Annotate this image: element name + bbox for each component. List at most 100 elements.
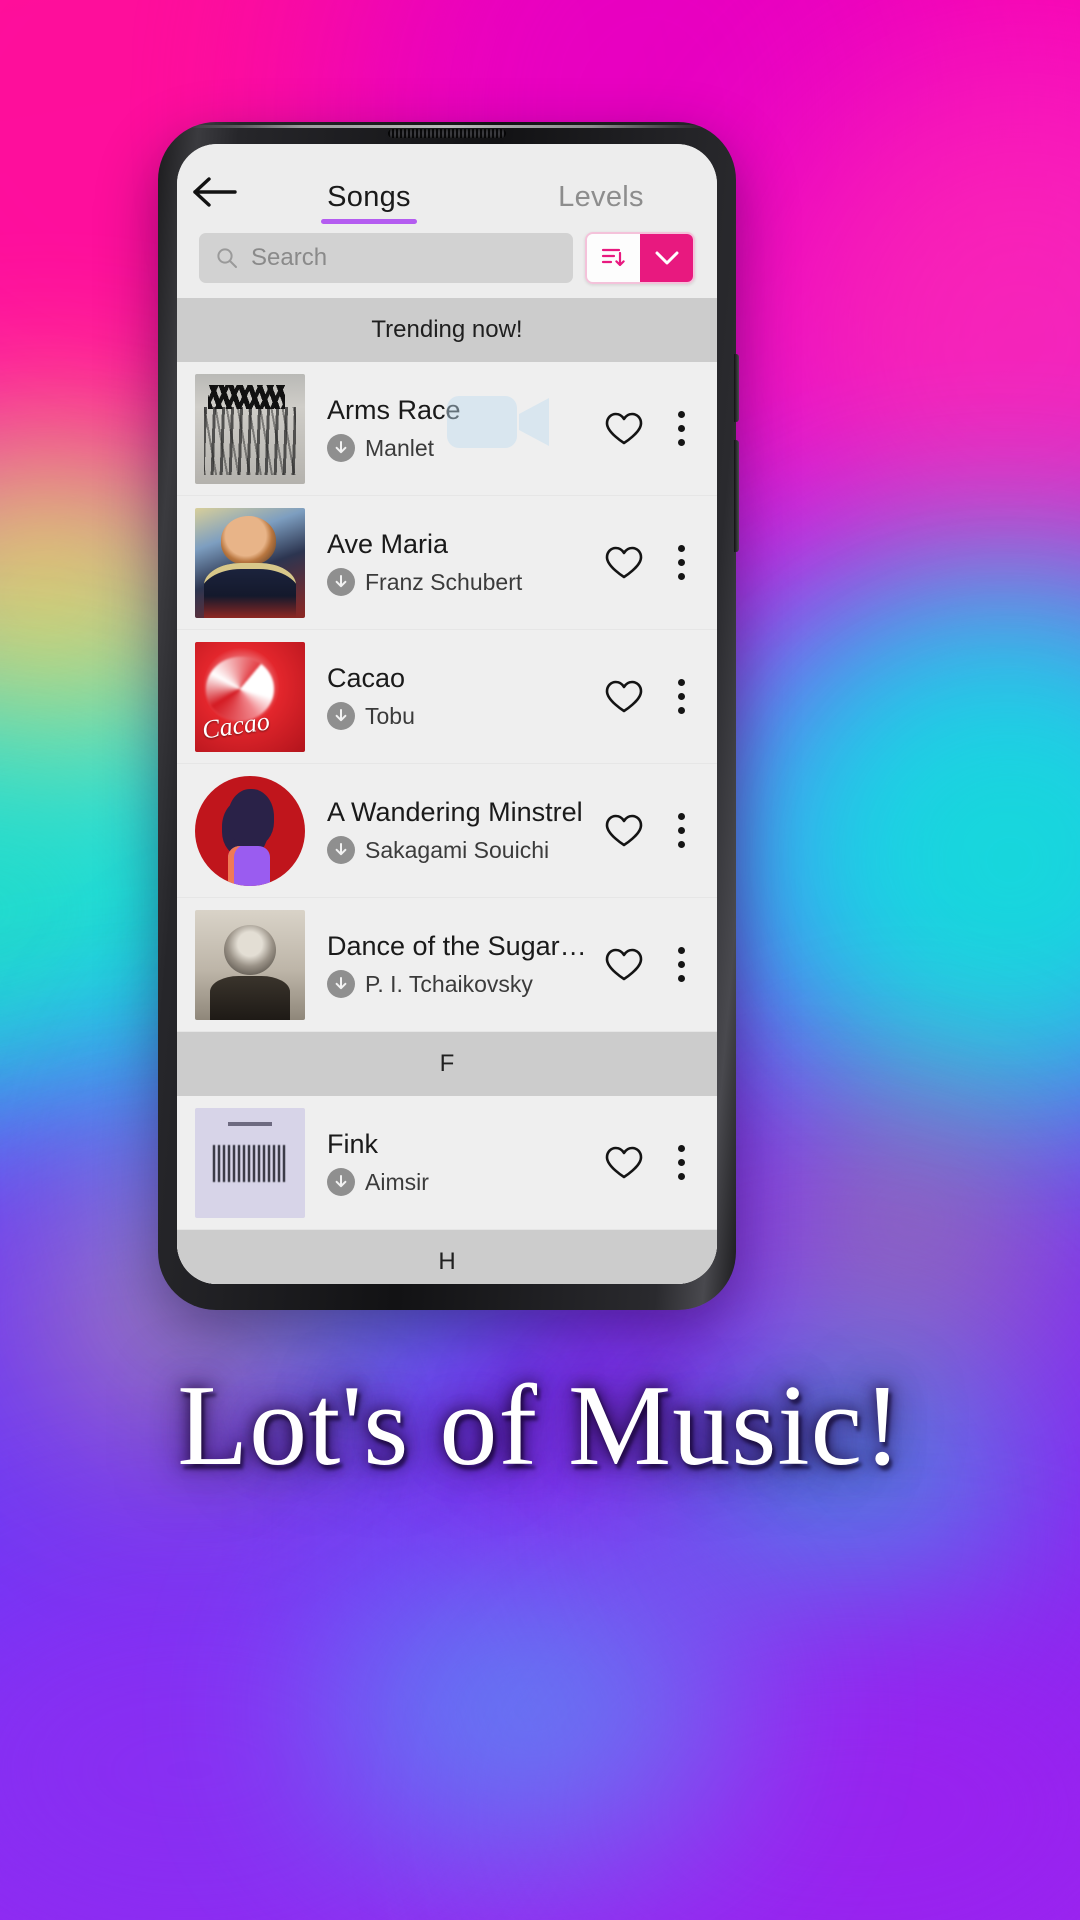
song-row[interactable]: Cacao Tobu [177, 630, 717, 764]
more-vertical-icon [677, 411, 685, 418]
song-meta: Arms Race Manlet [305, 395, 593, 462]
tab-levels-label: Levels [558, 181, 644, 213]
overflow-menu-button[interactable] [659, 398, 703, 460]
artist-line: Tobu [327, 702, 593, 730]
song-title: Ave Maria [327, 529, 449, 559]
back-button[interactable] [177, 160, 253, 224]
search-input[interactable]: Search [199, 233, 573, 283]
row-actions [593, 532, 717, 594]
search-icon [217, 248, 237, 268]
row-actions [593, 800, 717, 862]
tab-bar: Songs Levels [253, 160, 717, 224]
artist-line: Franz Schubert [327, 568, 593, 596]
album-art [195, 641, 305, 752]
background-blob [760, 1080, 1060, 1360]
more-vertical-icon [677, 1159, 685, 1166]
favorite-button[interactable] [593, 532, 655, 594]
overflow-menu-button[interactable] [659, 934, 703, 996]
song-title: Fink [327, 1129, 379, 1159]
song-title: Cacao [327, 663, 406, 693]
overflow-menu-button[interactable] [659, 532, 703, 594]
song-artist: Sakagami Souichi [365, 836, 550, 863]
favorite-button[interactable] [593, 666, 655, 728]
artist-line: Manlet [327, 434, 593, 462]
row-actions [593, 934, 717, 996]
row-actions [593, 398, 717, 460]
more-vertical-icon [677, 827, 685, 834]
download-circle-icon[interactable] [327, 970, 355, 998]
song-artist: Franz Schubert [365, 568, 523, 595]
overflow-menu-button[interactable] [659, 1132, 703, 1194]
more-vertical-icon [677, 975, 685, 982]
album-art [195, 775, 305, 886]
song-row[interactable]: Ave Maria Franz Schubert [177, 496, 717, 630]
favorite-button[interactable] [593, 934, 655, 996]
download-circle-icon[interactable] [327, 434, 355, 462]
album-art [195, 507, 305, 618]
song-row[interactable]: Fink Aimsir [177, 1096, 717, 1230]
more-vertical-icon [677, 439, 685, 446]
more-vertical-icon [677, 813, 685, 820]
speaker-grille-icon [388, 129, 506, 138]
artist-line: Aimsir [327, 1168, 593, 1196]
song-row[interactable]: A Wandering Minstrel Sakagami Souichi [177, 764, 717, 898]
download-arrow-icon [335, 1175, 347, 1188]
search-placeholder: Search [251, 244, 328, 271]
download-arrow-icon [335, 575, 347, 588]
album-art [195, 373, 305, 484]
favorite-button[interactable] [593, 1132, 655, 1194]
sort-button[interactable] [587, 234, 640, 282]
dropdown-button[interactable] [640, 234, 693, 282]
overflow-menu-button[interactable] [659, 666, 703, 728]
song-meta: A Wandering Minstrel Sakagami Souichi [305, 797, 593, 864]
more-vertical-icon [677, 1145, 685, 1152]
song-row[interactable]: Arms Race Manlet [177, 362, 717, 496]
sort-controls [585, 232, 695, 284]
song-list[interactable]: Trending now! Arms Race Manlet Ave Maria Fra… [177, 298, 717, 1284]
more-vertical-icon [677, 947, 685, 954]
tab-active-indicator [321, 219, 417, 224]
download-circle-icon[interactable] [327, 702, 355, 730]
volume-button[interactable] [734, 354, 739, 422]
chevron-down-icon [655, 251, 678, 265]
tab-levels[interactable]: Levels [485, 181, 717, 224]
download-circle-icon[interactable] [327, 568, 355, 596]
download-arrow-icon [335, 977, 347, 990]
album-art [195, 1107, 305, 1218]
more-vertical-icon [677, 1173, 685, 1180]
heart-outline-icon [605, 1146, 643, 1178]
more-vertical-icon [677, 679, 685, 686]
song-artist: P. I. Tchaikovsky [365, 970, 533, 997]
download-circle-icon[interactable] [327, 836, 355, 864]
album-art [195, 909, 305, 1020]
favorite-button[interactable] [593, 800, 655, 862]
sort-descending-icon [601, 248, 625, 267]
overflow-menu-button[interactable] [659, 800, 703, 862]
phone-mockup: Songs Levels Search Trending now! Arms R… [158, 122, 739, 1310]
heart-outline-icon [605, 680, 643, 712]
download-circle-icon[interactable] [327, 1168, 355, 1196]
more-vertical-icon [677, 841, 685, 848]
search-row: Search [177, 232, 717, 298]
arrow-left-icon [193, 177, 237, 207]
bezel-highlight [188, 125, 706, 128]
song-meta: Dance of the Sugar Plum F... P. I. Tchaik… [305, 931, 593, 998]
song-meta: Cacao Tobu [305, 663, 593, 730]
tab-songs[interactable]: Songs [253, 181, 485, 224]
favorite-button[interactable] [593, 398, 655, 460]
download-arrow-icon [335, 709, 347, 722]
song-row[interactable]: Dance of the Sugar Plum F... P. I. Tchaik… [177, 898, 717, 1032]
tab-songs-label: Songs [327, 181, 411, 213]
more-vertical-icon [677, 573, 685, 580]
more-vertical-icon [677, 425, 685, 432]
more-vertical-icon [677, 961, 685, 968]
more-vertical-icon [677, 545, 685, 552]
download-arrow-icon [335, 843, 347, 856]
row-actions [593, 1132, 717, 1194]
song-title: Arms Race [327, 395, 461, 425]
power-button[interactable] [734, 440, 739, 552]
caption-text: Lot's of Music! [177, 1362, 903, 1490]
more-vertical-icon [677, 707, 685, 714]
song-artist: Aimsir [365, 1168, 429, 1195]
music-app: Songs Levels Search Trending now! Arms R… [177, 144, 717, 1284]
